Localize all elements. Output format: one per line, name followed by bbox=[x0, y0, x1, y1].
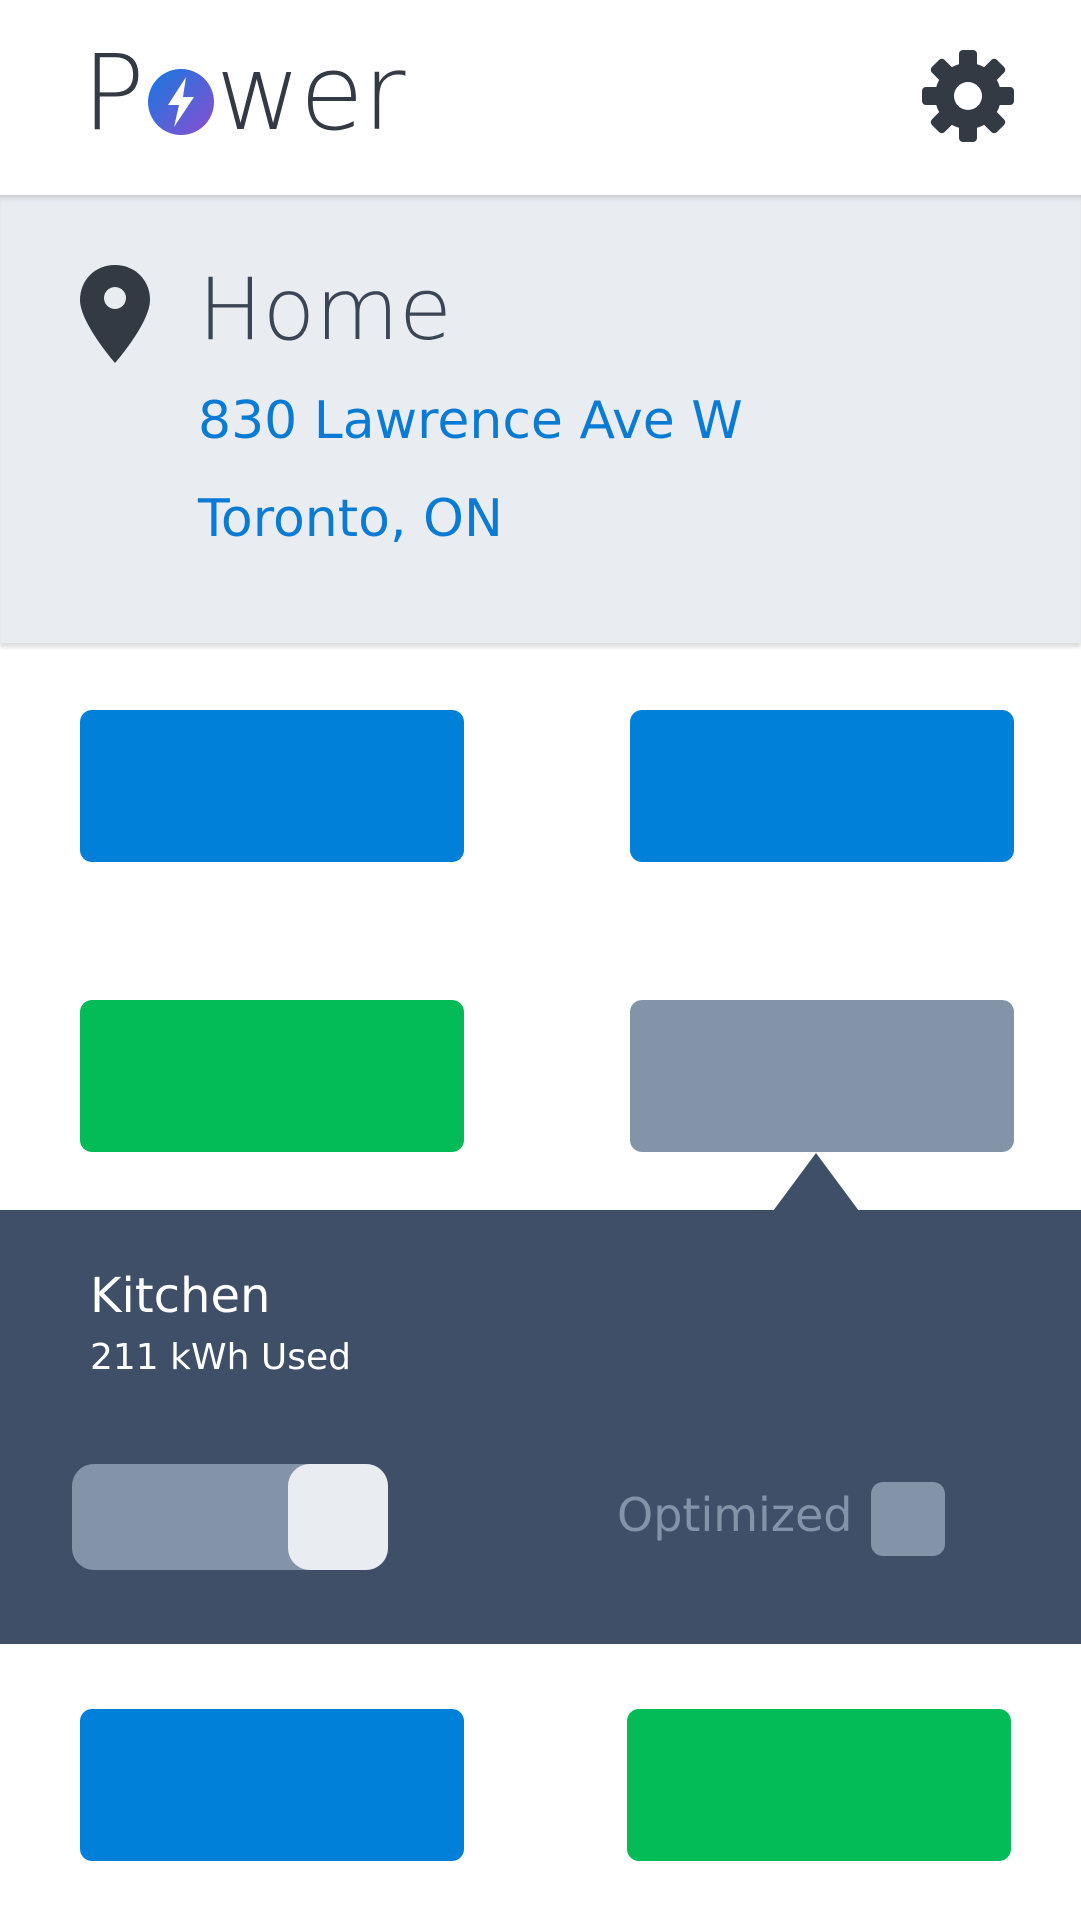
optimized-checkbox[interactable] bbox=[871, 1482, 945, 1556]
power-app: P wer Home 830 Lawrence Ave W Toronto, O… bbox=[0, 0, 1081, 1921]
device-tile-1[interactable] bbox=[80, 710, 464, 862]
device-tile-6[interactable] bbox=[627, 1709, 1011, 1861]
toggle-knob[interactable] bbox=[288, 1464, 388, 1570]
app-header: P wer bbox=[0, 0, 1081, 195]
gear-icon[interactable] bbox=[922, 50, 1014, 142]
address-line-2[interactable]: Toronto, ON bbox=[198, 493, 503, 545]
app-logo: P wer bbox=[82, 32, 406, 154]
address-line-1[interactable]: 830 Lawrence Ave W bbox=[198, 395, 743, 447]
energy-usage: 211 kWh Used bbox=[90, 1337, 351, 1378]
logo-prefix: P bbox=[82, 32, 145, 154]
lightning-circle-icon bbox=[147, 69, 214, 135]
device-tile-2[interactable] bbox=[630, 710, 1014, 862]
location-panel[interactable]: Home 830 Lawrence Ave W Toronto, ON bbox=[0, 195, 1081, 643]
device-tile-kitchen[interactable] bbox=[630, 1000, 1014, 1152]
location-title: Home bbox=[198, 260, 452, 360]
map-pin-icon bbox=[80, 265, 150, 363]
device-detail-panel: Kitchen 211 kWh Used Optimized bbox=[0, 1210, 1081, 1644]
power-toggle[interactable] bbox=[72, 1464, 388, 1570]
device-tile-3[interactable] bbox=[80, 1000, 464, 1152]
optimized-label: Optimized bbox=[617, 1488, 853, 1542]
device-name: Kitchen bbox=[90, 1268, 271, 1324]
logo-suffix: wer bbox=[215, 32, 406, 154]
device-tile-5[interactable] bbox=[80, 1709, 464, 1861]
popover-caret bbox=[773, 1153, 859, 1211]
